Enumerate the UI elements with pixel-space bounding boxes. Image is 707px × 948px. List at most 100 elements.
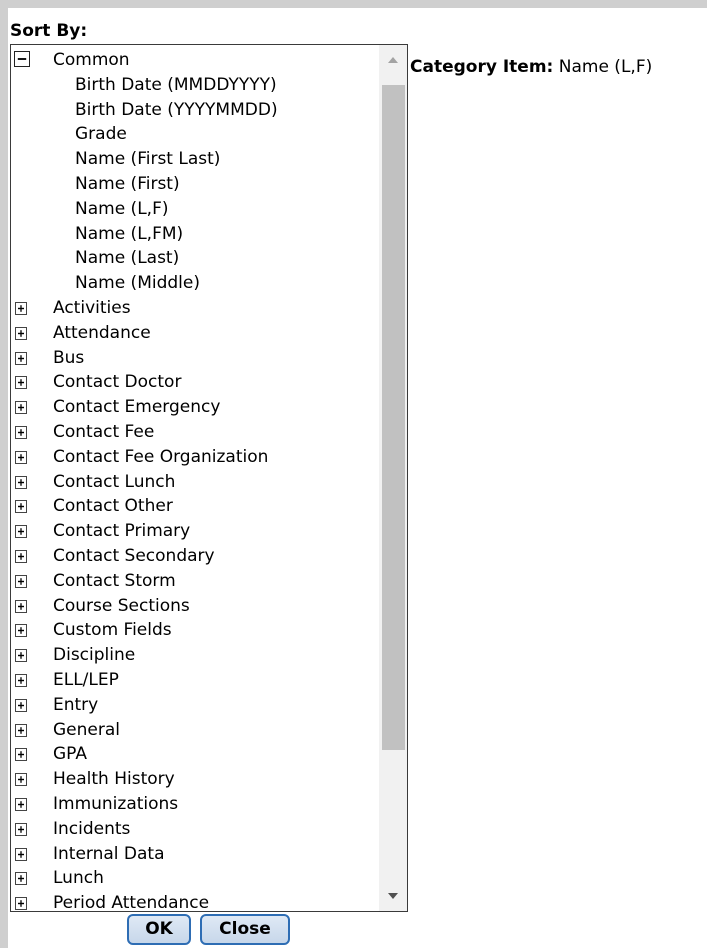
vertical-scrollbar[interactable]: [379, 45, 407, 911]
tree-category[interactable]: GPA: [11, 742, 381, 767]
tree-category-label: Activities: [53, 297, 131, 318]
tree-category-label: Contact Fee: [53, 421, 155, 442]
scroll-down-arrow-icon[interactable]: [379, 885, 407, 907]
tree-category-label: General: [53, 719, 120, 740]
tree-category[interactable]: Contact Fee Organization: [11, 445, 381, 470]
tree-category-label: Discipline: [53, 645, 136, 666]
tree-category-label: Contact Storm: [53, 570, 176, 591]
tree-category[interactable]: Contact Secondary: [11, 544, 381, 569]
tree-category-label: Contact Lunch: [53, 471, 176, 492]
plus-box-icon[interactable]: [15, 500, 27, 514]
tree-category-label: Contact Fee Organization: [53, 446, 269, 467]
plus-box-icon[interactable]: [15, 376, 27, 390]
plus-box-icon[interactable]: [15, 450, 27, 464]
tree-category[interactable]: Contact Other: [11, 494, 381, 519]
tree-category-label: Immunizations: [53, 793, 179, 814]
tree-category[interactable]: Course Sections: [11, 594, 381, 619]
tree-category[interactable]: Custom Fields: [11, 618, 381, 643]
plus-box-icon[interactable]: [15, 773, 27, 787]
tree-category-label: ELL/LEP: [53, 669, 119, 690]
plus-box-icon[interactable]: [15, 897, 27, 911]
tree-category[interactable]: Contact Lunch: [11, 470, 381, 495]
tree-item[interactable]: Name (Middle): [11, 271, 381, 296]
tree-category-label: Contact Doctor: [53, 372, 182, 393]
tree-category[interactable]: Contact Fee: [11, 420, 381, 445]
plus-box-icon[interactable]: [15, 698, 27, 712]
plus-box-icon[interactable]: [15, 872, 27, 886]
tree-category-label: Health History: [53, 769, 175, 790]
tree-category[interactable]: Incidents: [11, 817, 381, 842]
tree-category[interactable]: Contact Emergency: [11, 395, 381, 420]
tree-category[interactable]: Entry: [11, 693, 381, 718]
tree-category-label: Period Attendance: [53, 893, 210, 912]
plus-box-icon[interactable]: [15, 301, 27, 315]
plus-box-icon[interactable]: [15, 574, 27, 588]
tree-category[interactable]: Activities: [11, 296, 381, 321]
tree-category[interactable]: Health History: [11, 767, 381, 792]
tree-category-label: Contact Emergency: [53, 397, 221, 418]
category-item-label: Category Item:: [410, 57, 554, 77]
tree-category[interactable]: Immunizations: [11, 792, 381, 817]
tree-item[interactable]: Name (First): [11, 172, 381, 197]
plus-box-icon[interactable]: [15, 624, 27, 638]
category-tree: Common Birth Date (MMDDYYYY) Birth Date (Y…: [11, 48, 381, 912]
plus-box-icon[interactable]: [15, 847, 27, 861]
ok-button[interactable]: OK: [127, 914, 191, 945]
sort-dialog: Sort By: Common Birth Date (MMDDYYYY) Birt…: [8, 8, 707, 948]
close-button[interactable]: Close: [200, 914, 290, 945]
sort-by-label: Sort By:: [10, 21, 88, 41]
tree-item[interactable]: Name (First Last): [11, 147, 381, 172]
plus-box-icon[interactable]: [15, 351, 27, 365]
tree-category-label: Internal Data: [53, 843, 165, 864]
tree-category-label: GPA: [53, 744, 87, 765]
tree-category[interactable]: Bus: [11, 346, 381, 371]
tree-category-label: Contact Primary: [53, 521, 191, 542]
tree-category-label: Contact Other: [53, 496, 173, 517]
tree-item[interactable]: Name (L,FM): [11, 222, 381, 247]
tree-category-label: Bus: [53, 347, 85, 368]
tree-item[interactable]: Grade: [11, 122, 381, 147]
plus-box-icon[interactable]: [15, 326, 27, 340]
tree-category-label: Entry: [53, 694, 99, 715]
tree-category-label: Contact Secondary: [53, 545, 215, 566]
plus-box-icon[interactable]: [15, 525, 27, 539]
plus-box-icon[interactable]: [15, 425, 27, 439]
plus-box-icon[interactable]: [15, 822, 27, 836]
tree-item[interactable]: Birth Date (YYYYMMDD): [11, 98, 381, 123]
plus-box-icon[interactable]: [15, 549, 27, 563]
tree-category-label: Attendance: [53, 322, 151, 343]
tree-category[interactable]: Internal Data: [11, 842, 381, 867]
category-item-display: Category Item: Name (L,F): [410, 57, 652, 77]
tree-category[interactable]: Contact Doctor: [11, 370, 381, 395]
scroll-thumb[interactable]: [382, 85, 405, 750]
plus-box-icon[interactable]: [15, 723, 27, 737]
tree-category[interactable]: Contact Primary: [11, 519, 381, 544]
tree-category-label: Lunch: [53, 868, 104, 889]
plus-box-icon[interactable]: [15, 748, 27, 762]
tree-category-label: Common: [53, 50, 130, 70]
plus-box-icon[interactable]: [15, 599, 27, 613]
minus-box-icon[interactable]: [14, 51, 30, 67]
tree-category[interactable]: ELL/LEP: [11, 668, 381, 693]
plus-box-icon[interactable]: [15, 401, 27, 415]
tree-category[interactable]: Lunch: [11, 866, 381, 891]
tree-category[interactable]: Attendance: [11, 321, 381, 346]
category-item-value: Name (L,F): [558, 57, 653, 77]
tree-item[interactable]: Name (Last): [11, 246, 381, 271]
tree-category[interactable]: Contact Storm: [11, 569, 381, 594]
sort-by-tree-listbox[interactable]: Common Birth Date (MMDDYYYY) Birth Date (Y…: [10, 44, 408, 912]
plus-box-icon[interactable]: [15, 673, 27, 687]
tree-category[interactable]: Period Attendance: [11, 891, 381, 912]
tree-category-common[interactable]: Common: [11, 48, 381, 73]
tree-category-label: Course Sections: [53, 595, 190, 616]
plus-box-icon[interactable]: [15, 797, 27, 811]
plus-box-icon[interactable]: [15, 475, 27, 489]
tree-category-label: Incidents: [53, 818, 131, 839]
tree-item[interactable]: Name (L,F): [11, 197, 381, 222]
tree-category[interactable]: Discipline: [11, 643, 381, 668]
tree-item[interactable]: Birth Date (MMDDYYYY): [11, 73, 381, 98]
tree-category-label: Custom Fields: [53, 620, 172, 641]
tree-category[interactable]: General: [11, 718, 381, 743]
scroll-up-arrow-icon[interactable]: [379, 49, 407, 71]
plus-box-icon[interactable]: [15, 649, 27, 663]
